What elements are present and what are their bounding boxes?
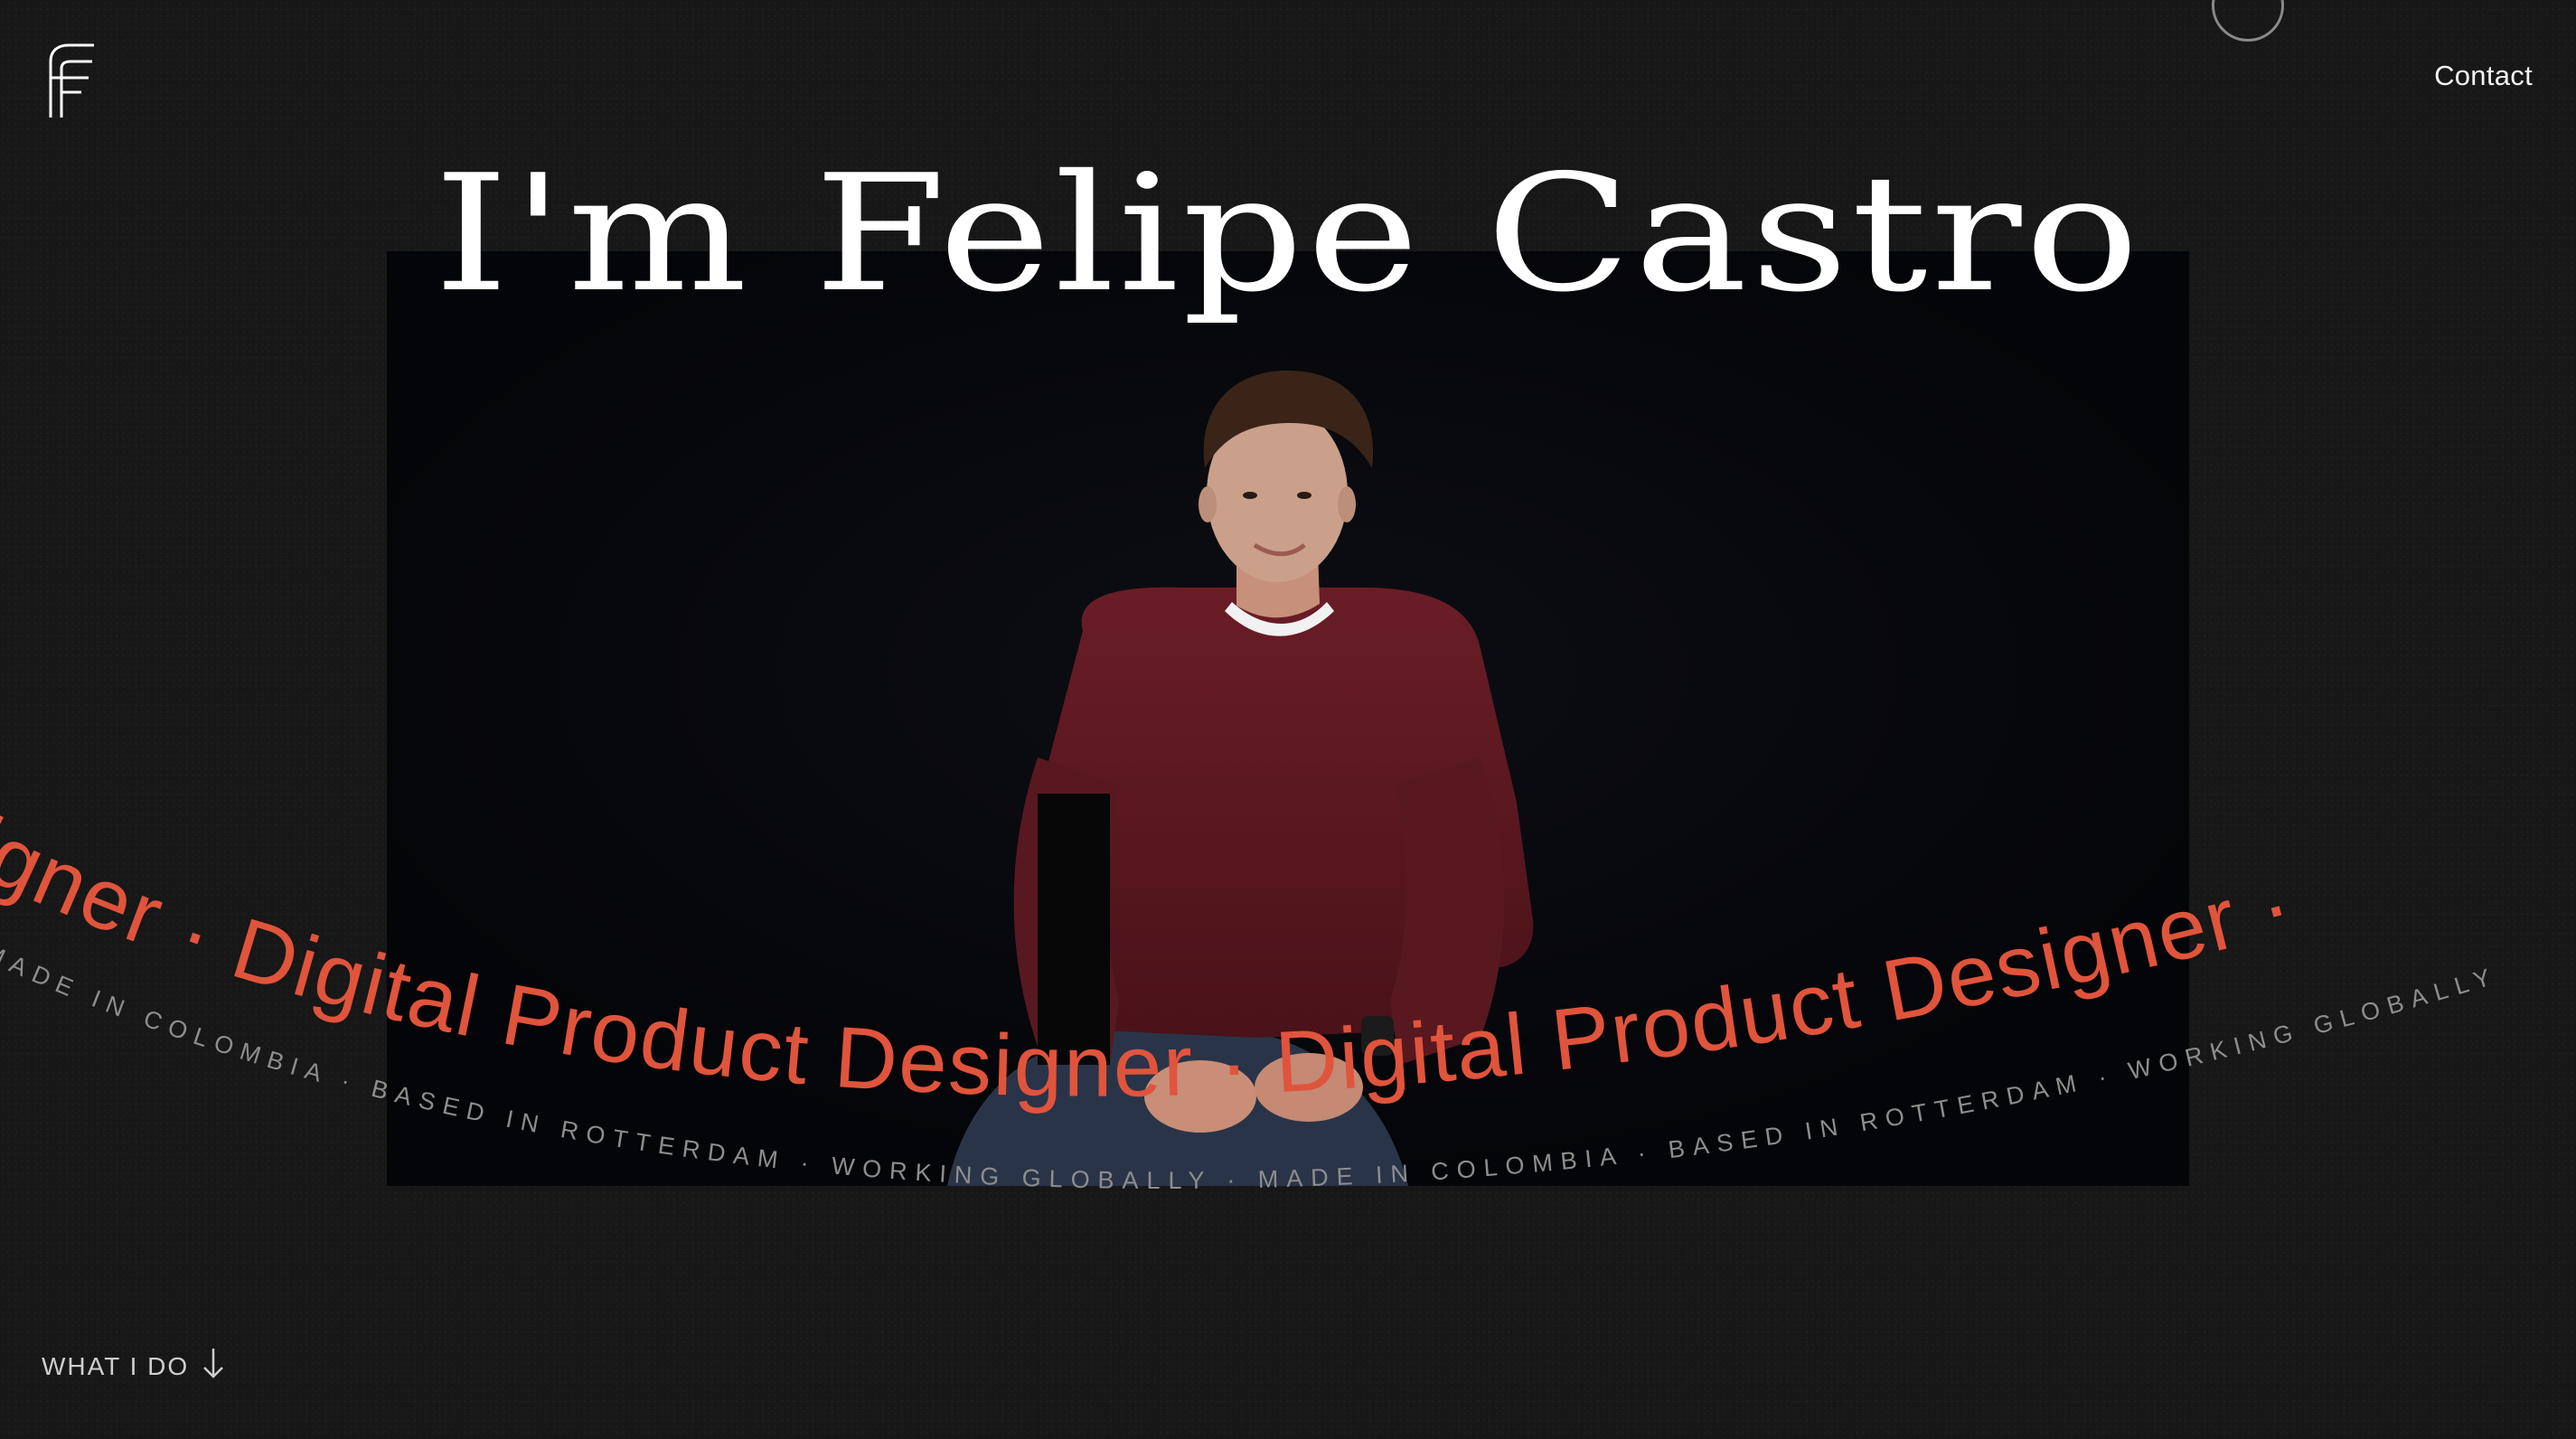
what-i-do-link[interactable]: WHAT I DO	[42, 1347, 225, 1386]
arrow-down-icon	[202, 1347, 225, 1386]
what-i-do-label: WHAT I DO	[42, 1351, 190, 1380]
curved-marquee: igner · Digital Product Designer · Digit…	[0, 798, 2494, 1194]
